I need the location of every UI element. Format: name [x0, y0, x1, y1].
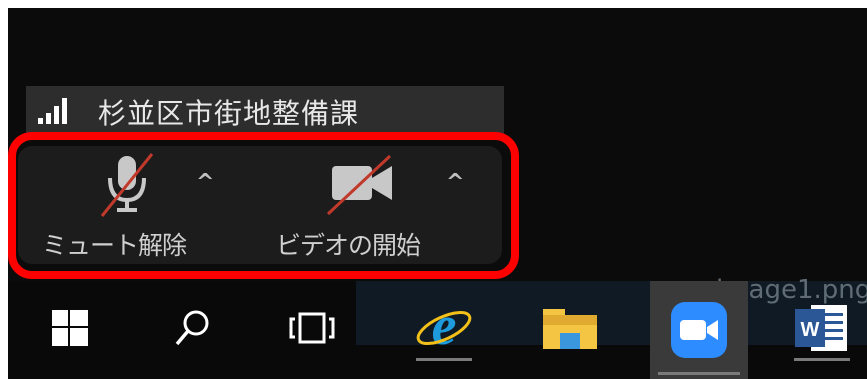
participant-name: 杉並区市街地整備課 [98, 97, 360, 130]
internet-explorer-button[interactable]: e [408, 295, 480, 361]
search-button[interactable] [156, 295, 228, 361]
svg-text:e: e [432, 298, 457, 357]
word-taskbar-button[interactable]: W [786, 295, 858, 361]
active-indicator [658, 372, 740, 375]
file-explorer-button[interactable] [534, 295, 606, 361]
windows-logo-icon [52, 310, 88, 346]
windows-taskbar: image1.png - [8, 275, 867, 379]
start-button[interactable] [34, 295, 106, 361]
file-explorer-icon [543, 309, 597, 349]
highlight-box [8, 132, 519, 279]
internet-explorer-icon: e [416, 298, 472, 357]
task-view-button[interactable] [276, 295, 348, 361]
svg-text:W: W [801, 319, 820, 341]
signal-bars-icon [36, 96, 72, 124]
search-icon [175, 310, 209, 346]
word-app-icon: W [795, 305, 847, 351]
zoom-taskbar-button[interactable] [650, 281, 748, 379]
participant-name-tile: 杉並区市街地整備課 [26, 86, 504, 134]
running-indicator [416, 358, 472, 361]
running-indicator [794, 358, 850, 361]
zoom-app-icon [671, 302, 727, 358]
zoom-meeting-window: 杉並区市街地整備課 ^ ミュート解除 ^ ビデオの開始 image1.png - [8, 8, 867, 379]
task-view-icon [289, 312, 335, 344]
